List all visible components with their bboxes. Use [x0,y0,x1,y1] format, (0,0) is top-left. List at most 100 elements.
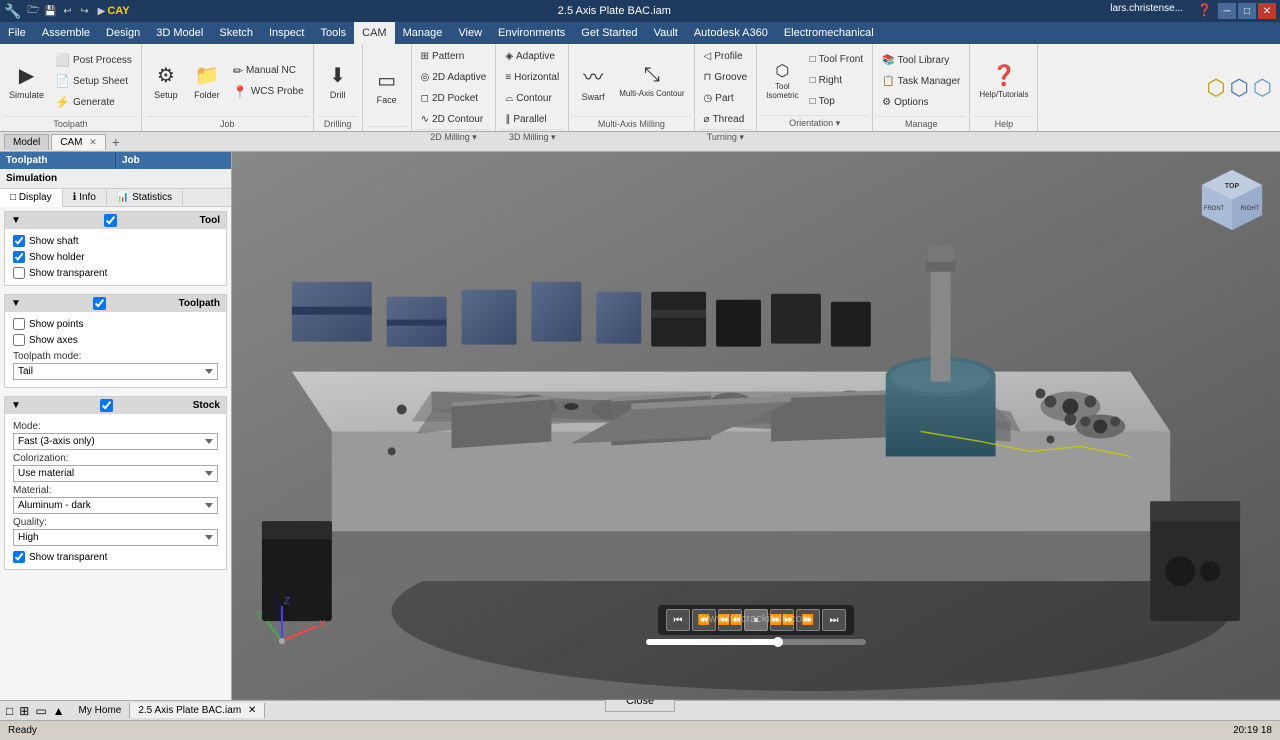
model-tab[interactable]: Model [4,134,49,150]
menu-file[interactable]: File [0,22,34,44]
menu-design[interactable]: Design [98,22,148,44]
new-icon[interactable]: 🗁 [25,3,41,19]
tool-isometric-button[interactable]: ⬡ ToolIsometric [761,53,803,109]
tool-section-checkbox[interactable] [104,214,117,227]
help-icon[interactable]: ❓ [1193,3,1216,19]
tool-section-header[interactable]: ▼ Tool [5,212,226,229]
skip-to-end-button[interactable]: ⏭ [822,609,846,631]
menu-tools[interactable]: Tools [312,22,354,44]
turning-row: ◁Profile ⊓Groove ◷Part ⌀Thread [699,46,753,129]
menu-manage[interactable]: Manage [395,22,451,44]
menu-environments[interactable]: Environments [490,22,573,44]
close-button[interactable]: ✕ [1258,3,1276,19]
show-points-checkbox[interactable] [13,318,25,330]
redo-icon[interactable]: ↪ [76,3,92,19]
progress-bar[interactable] [646,639,866,645]
drill-button[interactable]: ⬇ Drill [318,53,358,109]
quality-select[interactable]: High Medium Low [13,529,218,546]
setup-button[interactable]: ⚙ Setup [146,53,186,109]
mode-select[interactable]: Fast (3-axis only) Accurate None [13,433,218,450]
task-manager-button[interactable]: 📋Task Manager [877,71,965,91]
show-axes-checkbox[interactable] [13,334,25,346]
show-transparent-checkbox[interactable] [13,267,25,279]
show-holder-checkbox[interactable] [13,251,25,263]
step-back-button[interactable]: ⏪ [692,609,716,631]
material-select[interactable]: Aluminum - dark Steel Titanium [13,497,218,514]
display-tab[interactable]: □ Display [0,189,63,207]
wcs-probe-button[interactable]: 📍WCS Probe [228,82,309,102]
colorization-select[interactable]: Use material Deviation None [13,465,218,482]
2d-adaptive-button[interactable]: ◎2D Adaptive [416,67,492,87]
face-button[interactable]: ▭ Face [367,58,407,114]
menu-autodesk-a360[interactable]: Autodesk A360 [686,22,776,44]
info-tab[interactable]: ℹ Info [63,189,107,206]
profile-button[interactable]: ◁Profile [699,46,753,66]
menu-3dmodel[interactable]: 3D Model [148,22,211,44]
stock-section-header[interactable]: ▼ Stock [5,397,226,414]
bottom-icon-2[interactable]: ⊞ [17,704,31,718]
progress-thumb[interactable] [773,637,783,647]
manual-nc-button[interactable]: ✏Manual NC [228,61,309,81]
pattern-button[interactable]: ⊞Pattern [416,46,492,66]
cam-tab-close[interactable]: ✕ [89,137,97,147]
menu-electromechanical[interactable]: Electromechanical [776,22,882,44]
step-forward-button[interactable]: ⏩ [796,609,820,631]
stock-section-checkbox[interactable] [100,399,113,412]
2d-contour-button[interactable]: ∿2D Contour [416,109,492,129]
tool-right-button[interactable]: □Right [805,71,869,91]
toolpath-section-checkbox[interactable] [93,297,106,310]
tool-front-button[interactable]: □Tool Front [805,50,869,70]
toolpath-mode-select[interactable]: Tail Full None [13,363,218,380]
ribbon-group-turning: ◁Profile ⊓Groove ◷Part ⌀Thread Turning ▾ [695,44,758,131]
fast-rewind-button[interactable]: ⏪⏪ [718,609,742,631]
tool-library-button[interactable]: 📚Tool Library [877,50,965,70]
setup-sheet-button[interactable]: 📄Setup Sheet [50,71,137,91]
help-tutorials-button[interactable]: ❓ Help/Tutorials [974,53,1033,109]
skip-to-start-button[interactable]: ⏮ [666,609,690,631]
bottom-icon-4[interactable]: ▲ [51,704,67,718]
menu-inspect[interactable]: Inspect [261,22,312,44]
bottom-icon-3[interactable]: ▭ [33,704,48,718]
fast-forward-button[interactable]: ⏩⏩ [770,609,794,631]
minimize-button[interactable]: ─ [1218,3,1236,19]
menu-cam[interactable]: CAM [354,22,394,44]
thread-button[interactable]: ⌀Thread [699,109,753,129]
options-button[interactable]: ⚙Options [877,92,965,112]
simulate-button[interactable]: ▶ Simulate [4,53,49,109]
swarf-button[interactable]: 〰 Swarf [573,53,613,109]
show-shaft-checkbox[interactable] [13,235,25,247]
menu-sketch[interactable]: Sketch [211,22,261,44]
parallel-button[interactable]: ∥Parallel [500,109,564,129]
show-transparent-stock-checkbox[interactable] [13,551,25,563]
viewport[interactable]: Z X Y [232,152,1280,700]
file-tab-close[interactable]: ✕ [248,705,256,716]
part-button[interactable]: ◷Part [699,88,753,108]
save-icon[interactable]: 💾 [42,3,58,19]
2d-pocket-button[interactable]: ◻2D Pocket [416,88,492,108]
menu-get-started[interactable]: Get Started [573,22,645,44]
post-process-button[interactable]: ⬜Post Process [50,50,137,70]
statistics-tab[interactable]: 📊 Statistics [107,189,183,206]
menu-view[interactable]: View [450,22,490,44]
undo-icon[interactable]: ↩ [59,3,75,19]
maximize-button[interactable]: □ [1238,3,1256,19]
groove-button[interactable]: ⊓Groove [699,67,753,87]
contour-button[interactable]: ⌓Contour [500,88,564,108]
file-tab[interactable]: 2.5 Axis Plate BAC.iam ✕ [130,703,265,718]
folder-button[interactable]: 📁 Folder [187,53,227,109]
add-tab-button[interactable]: + [108,134,124,150]
pause-button[interactable]: ⏸ [744,609,768,631]
adaptive-button[interactable]: ◈Adaptive [500,46,564,66]
my-home-tab[interactable]: My Home [71,703,131,718]
tool-top-button[interactable]: □Top [805,92,869,112]
generate-button[interactable]: ⚡Generate [50,92,137,112]
menu-vault[interactable]: Vault [646,22,686,44]
bottom-icon-1[interactable]: □ [4,704,15,718]
nav-cube[interactable]: TOP RIGHT FRONT [1192,160,1272,240]
horizontal-button[interactable]: ≡Horizontal [500,67,564,87]
multiaxis-contour-button[interactable]: ⤡ Multi-Axis Contour [614,53,689,109]
show-points-label: Show points [29,319,83,330]
menu-assemble[interactable]: Assemble [34,22,98,44]
cam-tab[interactable]: CAM ✕ [51,134,106,150]
toolpath-section-header[interactable]: ▼ Toolpath [5,295,226,312]
